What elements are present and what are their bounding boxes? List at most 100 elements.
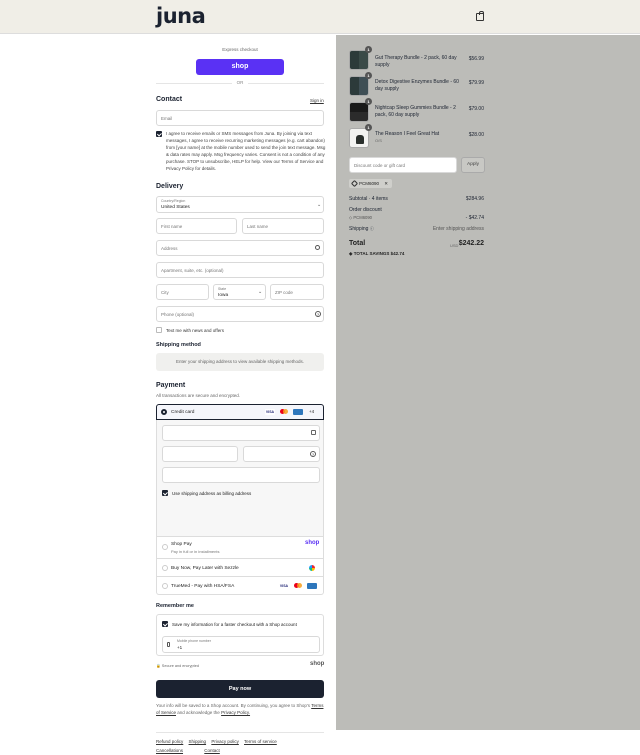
truemed-radio[interactable] bbox=[162, 583, 168, 589]
footer-link-refund[interactable]: Refund policy bbox=[156, 739, 183, 744]
product-variant: O/S bbox=[375, 138, 382, 143]
phone-icon bbox=[167, 642, 170, 647]
credit-card-option[interactable]: Credit card VISA +4 bbox=[156, 404, 324, 420]
terms-note-text-2: and acknowledge the bbox=[177, 710, 220, 715]
shop-pay-label: Shop Pay bbox=[171, 542, 192, 547]
amex-icon bbox=[307, 583, 317, 589]
payment-subtitle: All transactions are secure and encrypte… bbox=[156, 393, 241, 398]
remember-me-box: Save my information for a faster checkou… bbox=[156, 614, 324, 656]
help-icon[interactable]: ⓘ bbox=[370, 226, 374, 231]
apply-discount-button[interactable]: Apply bbox=[461, 157, 485, 173]
sezzle-radio[interactable] bbox=[162, 565, 168, 571]
express-checkout-title: Express checkout bbox=[222, 47, 258, 52]
quantity-badge: 1 bbox=[365, 98, 372, 105]
help-icon[interactable]: ? bbox=[315, 311, 321, 317]
country-value: United States bbox=[161, 205, 190, 210]
amex-icon bbox=[293, 409, 303, 415]
total-savings-label: TOTAL SAVINGS bbox=[353, 251, 390, 256]
credit-card-radio[interactable] bbox=[161, 409, 167, 415]
footer-link-contact[interactable]: Contact bbox=[204, 748, 220, 753]
brand-logo[interactable]: juna bbox=[156, 4, 206, 28]
terms-note-text: Your info will be saved to a Shop accoun… bbox=[156, 703, 311, 708]
subtotal-value: $284.96 bbox=[465, 196, 484, 202]
news-offers-checkbox[interactable] bbox=[156, 327, 162, 333]
help-icon[interactable]: ? bbox=[310, 451, 316, 457]
sezzle-option[interactable]: Buy Now, Pay Later with Sezzle bbox=[156, 559, 324, 577]
country-label: Country/Region bbox=[161, 199, 186, 203]
shop-pay-radio[interactable] bbox=[162, 544, 168, 550]
total-label: Total bbox=[349, 240, 366, 247]
footer-link-shipping[interactable]: Shipping bbox=[189, 739, 207, 744]
state-select[interactable]: State Iowa ⌄ bbox=[213, 284, 266, 300]
remember-me-heading: Remember me bbox=[156, 603, 194, 609]
first-name-placeholder: First name bbox=[161, 224, 183, 229]
remove-discount-icon[interactable]: ✕ bbox=[384, 181, 388, 186]
billing-same-checkbox[interactable] bbox=[162, 490, 168, 496]
first-name-field[interactable]: First name bbox=[156, 218, 237, 234]
phone-field[interactable]: Phone (optional) ? bbox=[156, 306, 324, 322]
or-divider-label: OR bbox=[232, 80, 248, 85]
sign-in-link[interactable]: Sign in bbox=[310, 98, 324, 103]
expiration-date-field[interactable] bbox=[162, 446, 238, 462]
last-name-placeholder: Last name bbox=[247, 224, 269, 229]
save-info-label: Save my information for a faster checkou… bbox=[172, 622, 297, 627]
marketing-consent-checkbox[interactable] bbox=[156, 131, 162, 137]
total-value: $242.22 bbox=[458, 240, 484, 247]
sezzle-label: Buy Now, Pay Later with Sezzle bbox=[171, 566, 239, 571]
sezzle-icon bbox=[309, 565, 315, 571]
footer-link-terms[interactable]: Terms of service bbox=[244, 739, 277, 744]
secure-encrypted-note: 🔒 Secure and encrypted bbox=[156, 664, 199, 668]
country-select[interactable]: Country/Region United States ⌄ bbox=[156, 196, 324, 213]
email-field[interactable]: Email bbox=[156, 110, 324, 126]
save-info-checkbox[interactable] bbox=[162, 621, 168, 627]
order-discount-code-text: PCM6090 bbox=[353, 215, 373, 220]
order-discount-value: - $42.74 bbox=[465, 215, 484, 221]
shipping-label-text: Shipping bbox=[349, 226, 369, 232]
zip-field[interactable]: ZIP code bbox=[270, 284, 324, 300]
pay-now-button[interactable]: Pay now bbox=[156, 680, 324, 698]
city-field[interactable]: City bbox=[156, 284, 209, 300]
footer-links: Refund policy Shipping Privacy policy Te… bbox=[156, 737, 326, 755]
discount-code-field[interactable]: Discount code or gift card bbox=[349, 157, 457, 173]
product-image bbox=[349, 102, 369, 122]
quantity-badge: 1 bbox=[365, 72, 372, 79]
visa-icon: VISA bbox=[279, 583, 289, 589]
email-placeholder: Email bbox=[161, 116, 173, 121]
total-savings-value: $42.74 bbox=[390, 251, 405, 256]
security-code-field[interactable]: ? bbox=[243, 446, 320, 462]
chevron-down-icon: ⌄ bbox=[258, 289, 263, 295]
product-image bbox=[349, 50, 369, 70]
privacy-policy-link[interactable]: Privacy Policy. bbox=[221, 710, 250, 715]
card-details-panel: ? Use shipping address as billing addres… bbox=[156, 420, 324, 537]
address-field[interactable]: Address bbox=[156, 240, 324, 256]
apartment-field[interactable]: Apartment, suite, etc. (optional) bbox=[156, 262, 324, 278]
card-number-field[interactable] bbox=[162, 425, 320, 441]
shop-pay-express-button[interactable]: shop bbox=[196, 59, 284, 75]
last-name-field[interactable]: Last name bbox=[242, 218, 324, 234]
news-offers-label: Text me with news and offers bbox=[166, 328, 224, 333]
footer-link-cancellations[interactable]: Cancellations bbox=[156, 748, 183, 753]
shop-pay-subtitle: Pay in full or in installments bbox=[171, 549, 220, 554]
truemed-option[interactable]: TrueMed - Pay with HSA/FSA VISA bbox=[156, 577, 324, 595]
shopping-bag-icon[interactable] bbox=[476, 11, 484, 21]
phone-placeholder: Phone (optional) bbox=[161, 312, 195, 317]
mobile-phone-field[interactable]: Mobile phone number +1 bbox=[162, 636, 320, 653]
tag-icon: ◈ bbox=[349, 251, 353, 256]
truemed-label: TrueMed - Pay with HSA/FSA bbox=[171, 584, 235, 589]
more-cards-count: +4 bbox=[309, 409, 315, 414]
order-discount-label: Order discount bbox=[349, 207, 382, 213]
discount-code-tag: PCM6090 ✕ bbox=[349, 179, 393, 188]
secure-encrypted-label: Secure and encrypted bbox=[161, 664, 199, 668]
tag-icon bbox=[350, 179, 359, 188]
footer-link-privacy[interactable]: Privacy policy bbox=[211, 739, 239, 744]
marketing-consent-text: I agree to receive emails or SMS message… bbox=[166, 131, 326, 171]
lock-icon bbox=[311, 430, 316, 435]
name-on-card-field[interactable] bbox=[162, 467, 320, 483]
state-label: State bbox=[218, 287, 227, 291]
shop-terms-note: Your info will be saved to a Shop accoun… bbox=[156, 702, 324, 716]
divider bbox=[156, 732, 324, 733]
discount-code-placeholder: Discount code or gift card bbox=[354, 163, 406, 168]
product-price: $79.00 bbox=[468, 106, 484, 112]
shop-pay-option[interactable]: Shop Pay Pay in full or in installments … bbox=[156, 537, 324, 559]
quantity-badge: 1 bbox=[365, 124, 372, 131]
